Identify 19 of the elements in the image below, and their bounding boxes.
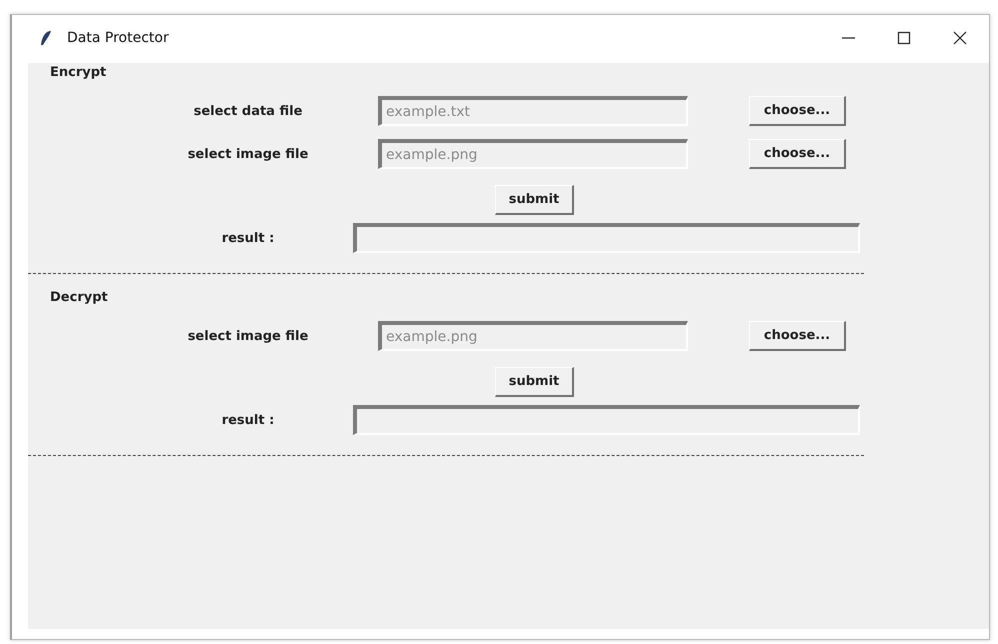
submit-button[interactable]: submit <box>495 367 574 397</box>
file-label: select image file <box>186 146 310 162</box>
choose-button[interactable]: choose... <box>749 139 846 169</box>
feather-icon <box>40 30 52 46</box>
result-label: result : <box>220 412 276 428</box>
section-title: Encrypt <box>49 64 108 82</box>
window-title: Data Protector <box>67 30 169 46</box>
file-label: select data file <box>192 104 304 118</box>
choose-button[interactable]: choose... <box>749 321 846 351</box>
choose-button[interactable]: choose... <box>749 96 846 126</box>
result-field[interactable] <box>353 223 860 253</box>
result-field[interactable] <box>353 405 860 435</box>
file-label: select image file <box>186 328 310 344</box>
file-path-field[interactable]: example.txt <box>378 96 688 126</box>
section-title: Decrypt <box>49 289 109 307</box>
file-path-field[interactable]: example.png <box>378 321 688 351</box>
file-path-field[interactable]: example.png <box>378 139 688 169</box>
result-label: result : <box>220 230 276 246</box>
submit-button[interactable]: submit <box>495 185 574 215</box>
